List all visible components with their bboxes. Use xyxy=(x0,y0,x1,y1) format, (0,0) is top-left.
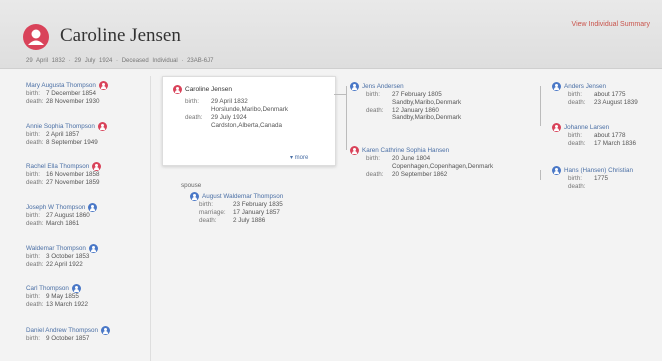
female-avatar-icon xyxy=(23,24,49,50)
more-link[interactable]: ▾ more xyxy=(290,154,308,161)
female-icon xyxy=(97,122,107,131)
child-name[interactable]: Carl Thompson xyxy=(26,285,69,293)
mother-name[interactable]: Karen Cathrine Sophia Hansen xyxy=(362,147,449,155)
female-icon xyxy=(173,85,182,94)
page-header: Caroline Jensen View Individual Summary … xyxy=(0,0,662,69)
female-icon xyxy=(552,123,561,132)
person-meta: 29 April 1832 · 29 July 1924 · Deceased … xyxy=(26,58,214,64)
male-icon xyxy=(71,284,81,293)
list-item[interactable]: Carl Thompson birth: 9 May 1855 death: 13 … xyxy=(26,284,88,309)
mother-entry[interactable]: Karen Cathrine Sophia Hansen birth: 20 Ju… xyxy=(350,146,493,178)
male-icon xyxy=(190,192,199,201)
male-icon xyxy=(552,82,561,91)
female-icon xyxy=(350,146,359,155)
female-icon xyxy=(92,162,102,171)
list-item[interactable]: Annie Sophia Thompson birth: 2 April 1857… xyxy=(26,122,107,147)
view-individual-summary-link[interactable]: View Individual Summary xyxy=(572,21,650,28)
paternal-grandfather-entry[interactable]: Anders Jensen birth: about 1775 death: 23 … xyxy=(552,82,638,107)
grandparent-name[interactable]: Johanne Larsen xyxy=(564,124,609,132)
list-item[interactable]: Joseph W Thompson birth: 27 August 1860 d… xyxy=(26,203,98,228)
list-item[interactable]: Rachel Ella Thompson birth: 16 November 1… xyxy=(26,162,102,187)
list-item[interactable]: Mary Augusta Thompson birth: 7 December 1… xyxy=(26,81,108,106)
tree-connector xyxy=(346,86,347,150)
child-name[interactable]: Mary Augusta Thompson xyxy=(26,82,96,90)
spouse-label: spouse xyxy=(181,182,202,189)
list-item[interactable]: Waldemar Thompson birth: 3 October 1853 d… xyxy=(26,244,98,269)
female-icon xyxy=(98,81,108,90)
tree-connector xyxy=(540,86,541,126)
maternal-grandfather-entry[interactable]: Hans (Hansen) Christian birth: 1775 death… xyxy=(552,166,633,191)
child-name[interactable]: Annie Sophia Thompson xyxy=(26,123,95,131)
male-icon xyxy=(552,166,561,175)
tree-connector xyxy=(540,170,541,180)
male-icon xyxy=(350,82,359,91)
list-item[interactable]: Daniel Andrew Thompson birth: 9 October 1… xyxy=(26,326,110,343)
spouse-entry[interactable]: August Waldemar Thompson birth: 23 Februa… xyxy=(190,192,283,225)
focus-person-name[interactable]: Caroline Jensen xyxy=(185,86,232,93)
spouse-name[interactable]: August Waldemar Thompson xyxy=(202,193,283,201)
paternal-grandmother-entry[interactable]: Johanne Larsen birth: about 1778 death: 17… xyxy=(552,123,636,148)
child-name[interactable]: Rachel Ella Thompson xyxy=(26,163,89,171)
child-name[interactable]: Daniel Andrew Thompson xyxy=(26,327,98,335)
male-icon xyxy=(101,326,110,335)
male-icon xyxy=(88,203,98,212)
male-icon xyxy=(88,244,98,253)
page-title: Caroline Jensen xyxy=(60,25,181,46)
grandparent-name[interactable]: Hans (Hansen) Christian xyxy=(564,167,633,175)
child-name[interactable]: Waldemar Thompson xyxy=(26,245,86,253)
tree-connector xyxy=(334,94,346,95)
child-name[interactable]: Joseph W Thompson xyxy=(26,204,85,212)
children-list: Mary Augusta Thompson birth: 7 December 1… xyxy=(14,76,151,361)
father-name[interactable]: Jens Andersen xyxy=(362,83,404,91)
focus-person-card[interactable]: Caroline Jensen birth: 29 April 1832 Hors… xyxy=(162,76,336,166)
grandparent-name[interactable]: Anders Jensen xyxy=(564,83,606,91)
father-entry[interactable]: Jens Andersen birth: 27 February 1805 San… xyxy=(350,82,461,122)
